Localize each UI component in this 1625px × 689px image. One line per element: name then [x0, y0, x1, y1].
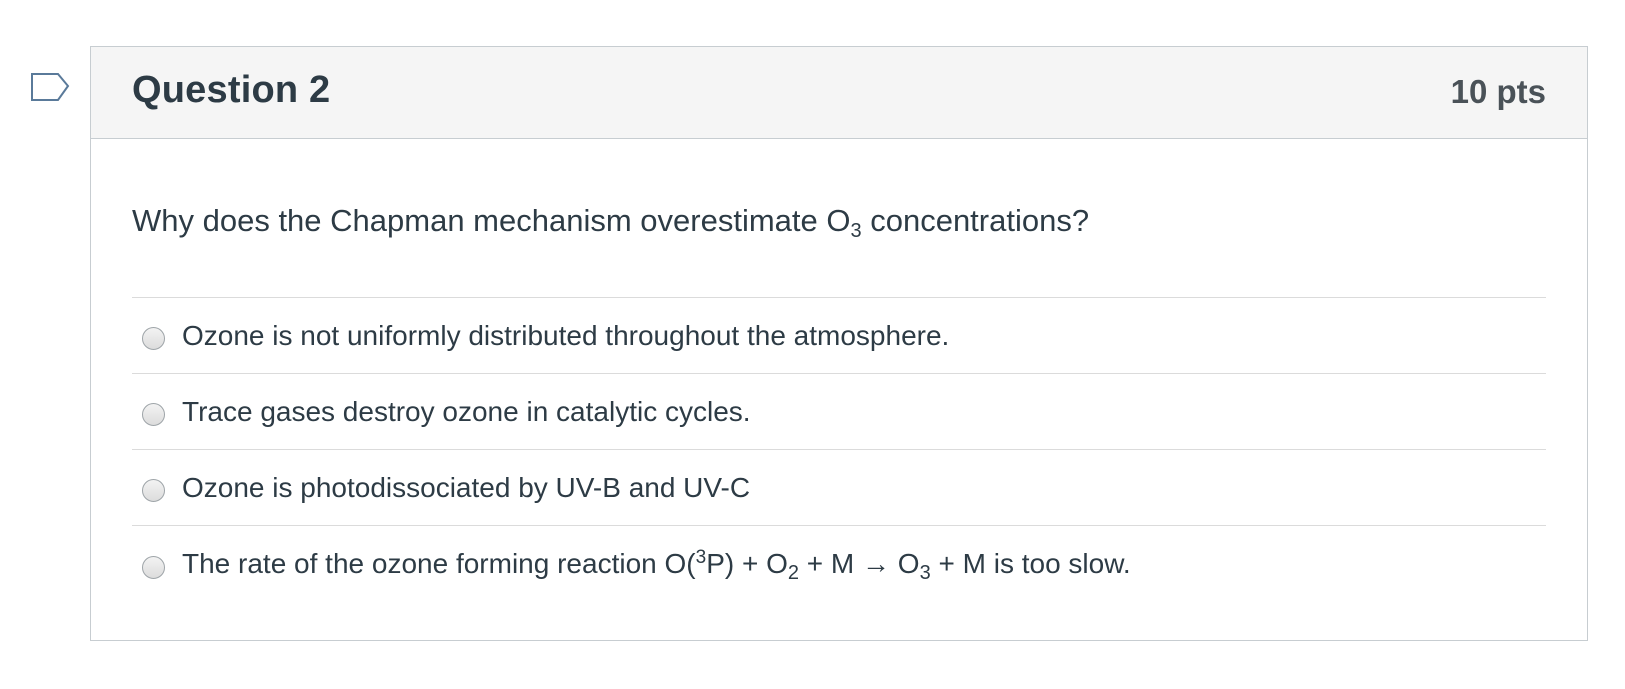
answer-label: Ozone is not uniformly distributed throu…	[182, 319, 950, 351]
question-title: Question 2	[132, 69, 331, 111]
answer-option-1[interactable]: Ozone is not uniformly distributed throu…	[132, 298, 1546, 374]
answer-label-part: The rate of the ozone forming reaction O…	[182, 548, 696, 579]
question-body: Why does the Chapman mechanism overestim…	[91, 139, 1587, 602]
question-prompt: Why does the Chapman mechanism overestim…	[132, 139, 1546, 297]
answer-list: Ozone is not uniformly distributed throu…	[132, 297, 1546, 602]
question-prompt-subscript: 3	[850, 220, 862, 242]
question-prompt-part: Why does the Chapman mechanism overestim…	[132, 203, 851, 238]
question-header: Question 2 10 pts	[91, 47, 1587, 139]
answer-label: Ozone is photodissociated by UV-B and UV…	[182, 471, 751, 503]
answer-option-3[interactable]: Ozone is photodissociated by UV-B and UV…	[132, 450, 1546, 526]
question-points: 10 pts	[1450, 73, 1546, 110]
quiz-page: Question 2 10 pts Why does the Chapman m…	[0, 0, 1625, 689]
answer-radio-2[interactable]	[142, 403, 165, 426]
answer-option-2[interactable]: Trace gases destroy ozone in catalytic c…	[132, 374, 1546, 450]
answer-label-part: + M is too slow.	[930, 548, 1131, 579]
answer-label: Trace gases destroy ozone in catalytic c…	[182, 395, 751, 427]
answer-label-subscript: 2	[787, 562, 800, 584]
answer-radio-1[interactable]	[142, 327, 165, 350]
answer-label-subscript: 3	[919, 562, 931, 584]
answer-label: The rate of the ozone forming reaction O…	[182, 547, 1131, 584]
question-prompt-part: concentrations?	[861, 203, 1090, 238]
answer-label-part: P) + O	[706, 548, 788, 579]
answer-label-part: + M → O	[799, 548, 920, 579]
answer-radio-3[interactable]	[142, 479, 165, 502]
bookmark-flag-icon[interactable]	[30, 72, 72, 104]
answer-option-4[interactable]: The rate of the ozone forming reaction O…	[132, 526, 1546, 602]
answer-label-superscript: 3	[695, 547, 707, 568]
answer-radio-4[interactable]	[142, 555, 165, 579]
question-card: Question 2 10 pts Why does the Chapman m…	[90, 46, 1588, 641]
